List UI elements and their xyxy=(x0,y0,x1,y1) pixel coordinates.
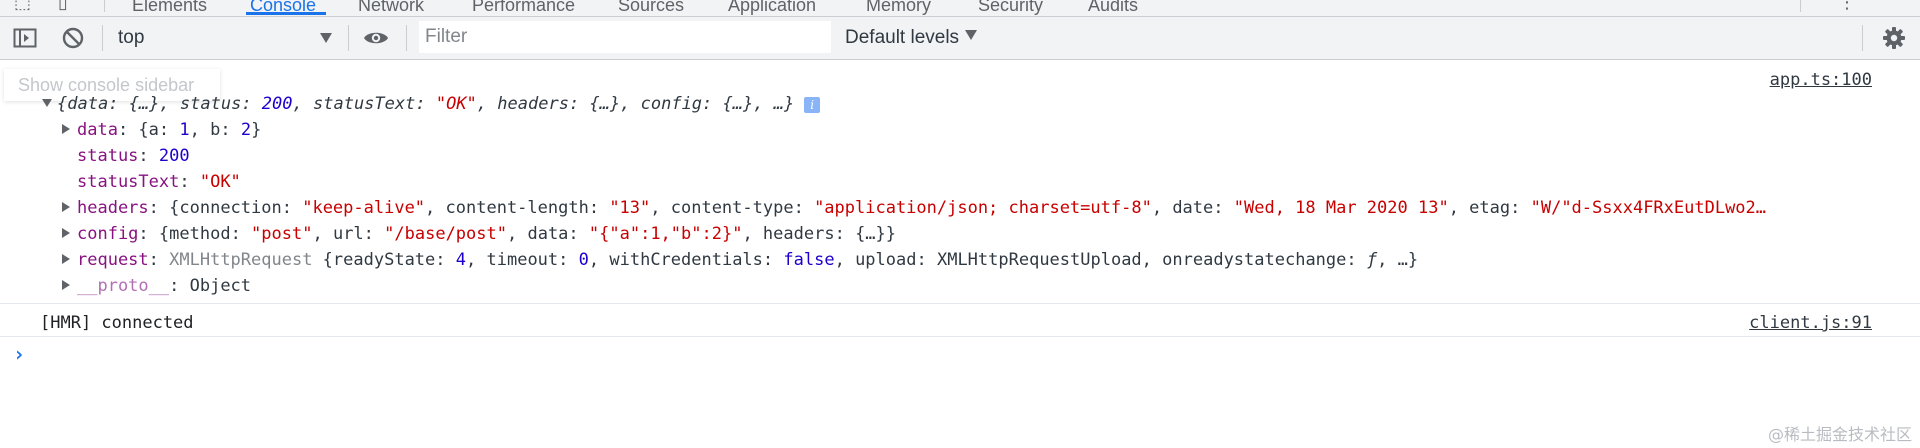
gear-icon[interactable] xyxy=(1882,26,1906,50)
tab-elements[interactable]: Elements xyxy=(132,0,207,16)
source-link-client-js[interactable]: client.js:91 xyxy=(1749,310,1872,336)
eye-icon[interactable] xyxy=(362,26,390,50)
tab-security[interactable]: Security xyxy=(978,0,1043,16)
console-toolbar: top Default levels xyxy=(0,17,1920,60)
property-row-data[interactable]: data: {a: 1, b: 2} xyxy=(62,117,261,143)
inspect-element-icon[interactable]: ⬚ xyxy=(14,0,31,13)
object-summary-row[interactable]: {data: {…}, status: 200, statusText: "OK… xyxy=(42,91,821,117)
chevron-down-icon xyxy=(965,30,978,40)
toolbar-separator xyxy=(1862,25,1863,51)
property-row-request[interactable]: request: XMLHttpRequest {readyState: 4, … xyxy=(62,247,1418,273)
expand-triangle-icon[interactable] xyxy=(62,254,70,264)
console-prompt[interactable]: › xyxy=(13,342,25,366)
expand-triangle-icon[interactable] xyxy=(42,99,52,107)
toolbar-separator xyxy=(348,25,349,51)
source-link-app-ts[interactable]: app.ts:100 xyxy=(1770,67,1872,93)
tab-audits[interactable]: Audits xyxy=(1088,0,1138,16)
clear-console-icon[interactable] xyxy=(61,26,85,50)
expand-triangle-icon[interactable] xyxy=(62,124,70,134)
toolbar-separator xyxy=(406,25,407,51)
log-levels-label: Default levels xyxy=(845,27,960,48)
context-selector-value: top xyxy=(118,27,145,48)
tab-separator xyxy=(104,0,105,12)
expand-triangle-icon[interactable] xyxy=(62,202,70,212)
property-row-statustext: statusText: "OK" xyxy=(77,172,241,192)
toolbar-separator xyxy=(102,25,103,51)
log-levels-dropdown[interactable]: Default levels xyxy=(845,25,978,51)
tab-sources[interactable]: Sources xyxy=(618,0,684,16)
chevron-down-icon xyxy=(320,33,332,43)
devtools-tab-bar: ⬚ ▯ Elements Console Network Performance… xyxy=(0,0,1920,17)
tab-memory[interactable]: Memory xyxy=(866,0,931,16)
log-text: [HMR] connected xyxy=(40,313,194,333)
message-divider xyxy=(0,303,1920,304)
tab-network[interactable]: Network xyxy=(358,0,424,16)
show-sidebar-icon[interactable] xyxy=(13,26,37,50)
info-icon[interactable]: i xyxy=(804,97,821,113)
property-row-headers[interactable]: headers: {connection: "keep-alive", cont… xyxy=(62,195,1766,221)
tab-separator xyxy=(1800,0,1801,12)
more-options-icon[interactable]: ⋮ xyxy=(1838,0,1856,13)
message-divider xyxy=(0,336,1920,337)
tab-performance[interactable]: Performance xyxy=(472,0,575,16)
filter-input[interactable] xyxy=(419,21,831,53)
watermark-text: @稀土掘金技术社区 xyxy=(1767,425,1912,444)
device-toolbar-icon[interactable]: ▯ xyxy=(58,0,68,13)
property-row-proto[interactable]: __proto__: Object xyxy=(62,273,251,299)
property-row-config[interactable]: config: {method: "post", url: "/base/pos… xyxy=(62,221,896,247)
active-tab-indicator xyxy=(246,12,326,15)
tab-application[interactable]: Application xyxy=(728,0,816,16)
context-selector[interactable]: top xyxy=(118,26,332,50)
expand-triangle-icon[interactable] xyxy=(62,228,70,238)
property-row-status: status: 200 xyxy=(77,146,190,166)
expand-triangle-icon[interactable] xyxy=(62,280,70,290)
